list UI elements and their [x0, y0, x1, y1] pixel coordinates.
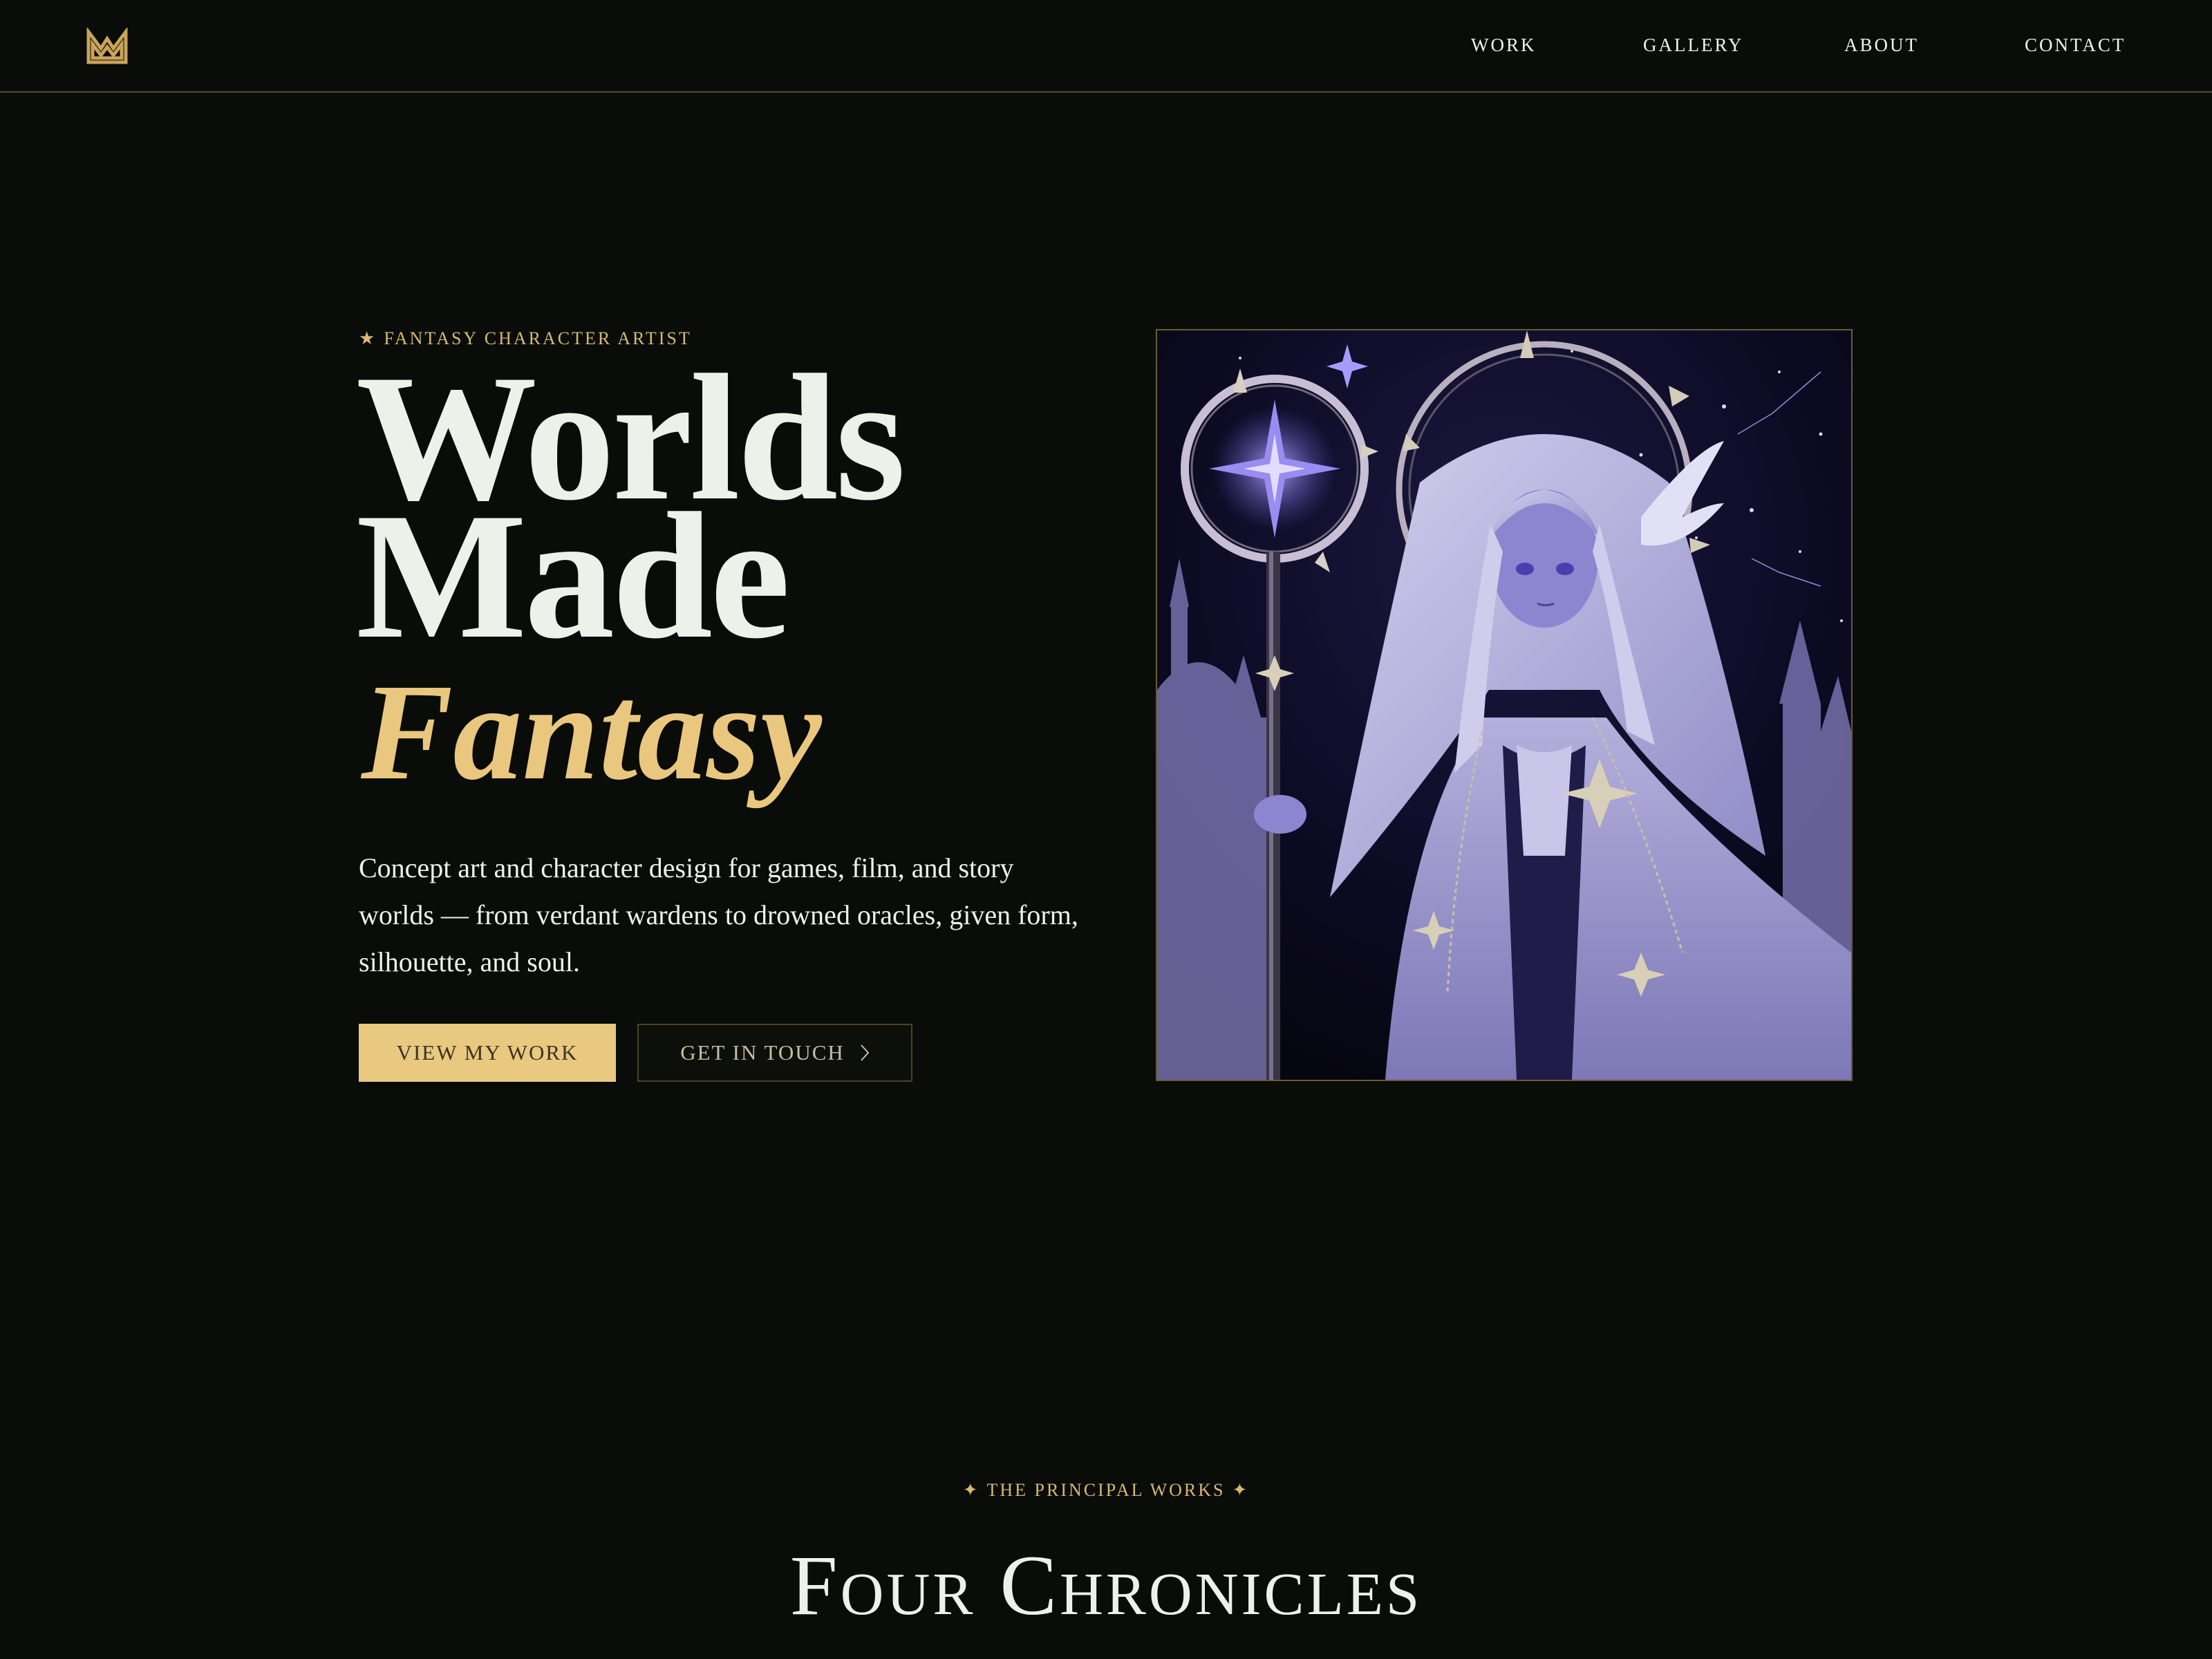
- section-eyebrow-text: THE PRINCIPAL WORKS: [986, 1480, 1226, 1500]
- nav-link-gallery[interactable]: GALLERY: [1643, 35, 1744, 56]
- crown-icon[interactable]: [86, 28, 129, 65]
- nav-link-work[interactable]: WORK: [1471, 35, 1537, 56]
- get-in-touch-button[interactable]: GET IN TOUCH: [637, 1024, 912, 1082]
- sparkle-icon: ✦: [962, 1480, 980, 1500]
- top-navigation: WORK GALLERY ABOUT CONTACT: [0, 0, 2212, 93]
- section-title: Four Chronicles: [789, 1538, 1423, 1633]
- sparkle-icon: ✦: [1232, 1480, 1250, 1500]
- get-in-touch-button-label: GET IN TOUCH: [680, 1040, 845, 1065]
- chevron-right-icon: [861, 1044, 870, 1061]
- hero-headline-line2: Made: [356, 476, 790, 676]
- hero-headline-accent: Fantasy: [361, 656, 822, 809]
- section-eyebrow: ✦ THE PRINCIPAL WORKS ✦: [0, 1480, 2212, 1501]
- view-work-button-label: VIEW MY WORK: [396, 1040, 579, 1065]
- view-work-button[interactable]: VIEW MY WORK: [359, 1024, 616, 1082]
- hero-artwork: [1156, 329, 1853, 1081]
- nav-link-contact[interactable]: CONTACT: [2025, 35, 2126, 56]
- hero-description: Concept art and character design for gam…: [359, 852, 1078, 977]
- celestial-sorceress-artwork: [1157, 330, 1851, 1080]
- nav-link-about[interactable]: ABOUT: [1844, 35, 1919, 56]
